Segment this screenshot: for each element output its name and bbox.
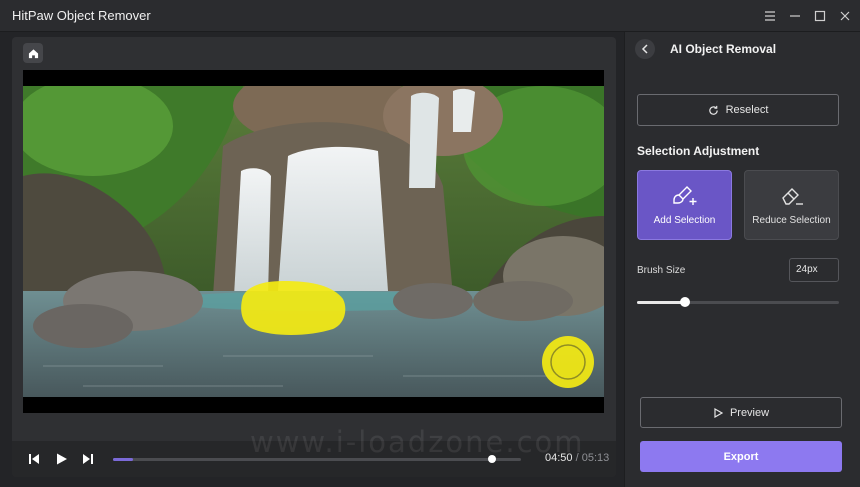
timeline-in-range bbox=[113, 458, 134, 461]
minimize-icon[interactable] bbox=[785, 6, 805, 26]
watermark: www.i-loadzone.com bbox=[250, 425, 585, 459]
add-selection-button[interactable]: Add Selection bbox=[637, 170, 732, 240]
reselect-button[interactable]: Reselect bbox=[637, 94, 839, 126]
play-button[interactable] bbox=[51, 449, 71, 469]
video-frame bbox=[23, 86, 604, 397]
step-back-icon bbox=[29, 454, 39, 464]
export-label: Export bbox=[723, 450, 759, 463]
play-outline-icon bbox=[714, 407, 723, 418]
app-title: HitPaw Object Remover bbox=[12, 8, 151, 23]
reduce-selection-button[interactable]: Reduce Selection bbox=[744, 170, 839, 240]
step-back-button[interactable] bbox=[24, 449, 44, 469]
play-icon bbox=[57, 453, 67, 465]
eraser-minus-icon bbox=[781, 188, 803, 205]
total-time: 05:13 bbox=[581, 452, 610, 464]
selection-adjustment-title: Selection Adjustment bbox=[637, 144, 760, 158]
selection-mask-rock bbox=[241, 281, 346, 335]
ai-object-removal-panel: AI Object Removal Reselect Selection Adj… bbox=[624, 32, 860, 487]
editor-workspace: 04:50 / 05:13 bbox=[12, 37, 616, 477]
step-forward-icon bbox=[83, 454, 93, 464]
preview-button[interactable]: Preview bbox=[640, 397, 842, 428]
menu-icon[interactable] bbox=[760, 6, 780, 26]
refresh-icon bbox=[708, 105, 718, 115]
brush-size-label: Brush Size bbox=[637, 265, 686, 276]
step-forward-button[interactable] bbox=[78, 449, 98, 469]
reduce-selection-label: Reduce Selection bbox=[752, 215, 831, 226]
brush-size-handle[interactable] bbox=[680, 297, 691, 307]
add-selection-label: Add Selection bbox=[653, 215, 716, 226]
home-button[interactable] bbox=[23, 43, 43, 63]
home-icon bbox=[28, 48, 38, 58]
close-icon[interactable] bbox=[835, 6, 855, 26]
maximize-icon[interactable] bbox=[810, 6, 830, 26]
back-button[interactable] bbox=[635, 39, 655, 59]
panel-title: AI Object Removal bbox=[670, 42, 777, 56]
brush-size-slider[interactable] bbox=[637, 297, 839, 307]
brush-size-input[interactable]: 24px bbox=[789, 258, 839, 282]
selection-mask-logo bbox=[542, 336, 594, 388]
brush-size-fill bbox=[637, 301, 686, 304]
brush-add-icon bbox=[672, 186, 696, 205]
reselect-label: Reselect bbox=[725, 104, 769, 116]
preview-label: Preview bbox=[729, 406, 770, 419]
title-bar: HitPaw Object Remover bbox=[0, 0, 860, 32]
export-button[interactable]: Export bbox=[640, 441, 842, 472]
chevron-left-icon bbox=[641, 44, 648, 54]
video-preview[interactable] bbox=[23, 70, 604, 413]
